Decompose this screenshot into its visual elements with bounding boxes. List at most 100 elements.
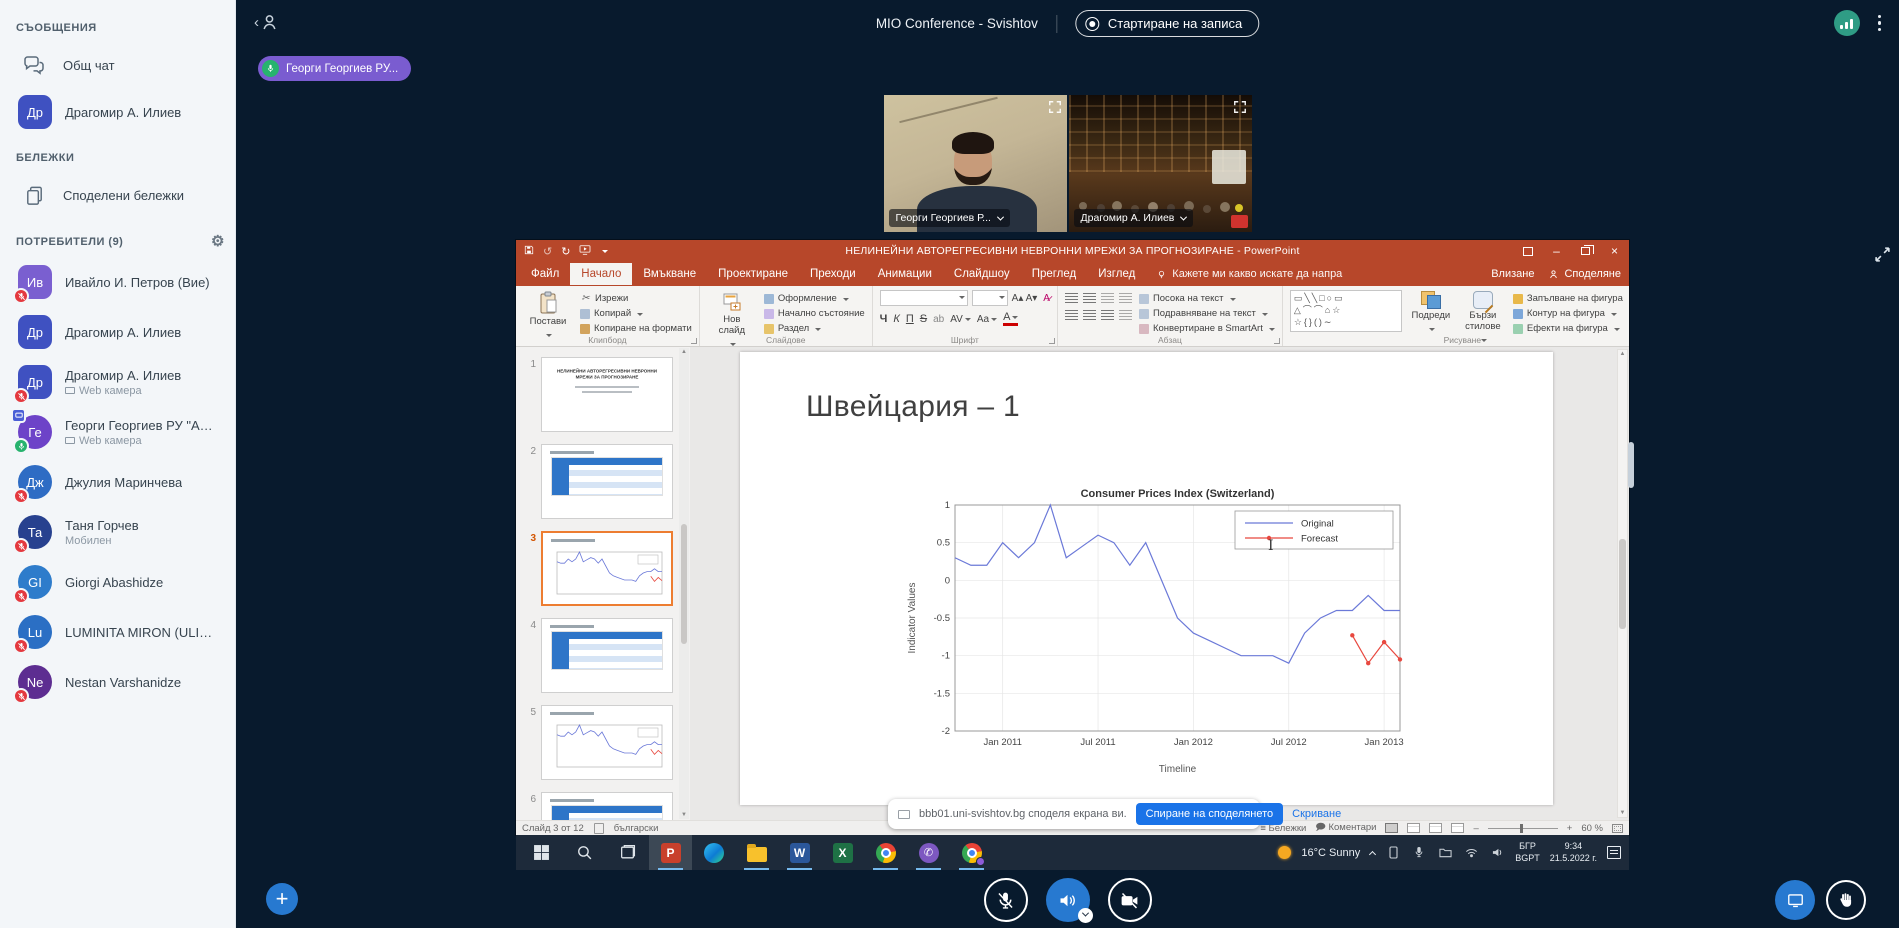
user-list-item[interactable]: Ив Ивайло И. Петров (Вие)	[16, 257, 225, 307]
align-buttons[interactable]	[1065, 310, 1132, 321]
taskbar-viber-icon[interactable]: ✆	[907, 835, 950, 870]
taskbar-task-view-icon[interactable]	[606, 835, 649, 870]
users-settings-gear-icon[interactable]: ⚙	[211, 234, 225, 249]
shape-fill-button[interactable]: Запълване на фигура	[1513, 293, 1629, 304]
taskbar-start-icon[interactable]	[520, 835, 563, 870]
language-indicator[interactable]: български	[614, 823, 659, 834]
presentation-scrollbar-thumb[interactable]	[1628, 442, 1634, 488]
webcam-georgi[interactable]: Георги Георгиев Р...	[884, 95, 1067, 232]
section-button[interactable]: Раздел	[764, 323, 865, 334]
sidebar-item-public-chat[interactable]: Общ чат	[16, 42, 225, 88]
text-direction-button[interactable]: Посока на текст	[1139, 293, 1275, 304]
thumbnails-scrollbar[interactable]: ▲▼	[679, 348, 689, 819]
paste-button[interactable]: Постави	[523, 290, 573, 341]
copy-button[interactable]: Копирай	[580, 308, 692, 319]
unmute-mic-button[interactable]	[984, 878, 1028, 922]
arrange-button[interactable]: Подреди	[1409, 290, 1453, 335]
font-name-select[interactable]	[880, 290, 968, 306]
slide-thumbnail[interactable]: 4	[524, 618, 690, 693]
ppt-tab-Преходи[interactable]: Преходи	[799, 263, 867, 285]
shape-outline-button[interactable]: Контур на фигура	[1513, 308, 1629, 319]
stop-screenshare-button[interactable]	[1775, 880, 1815, 920]
share-button[interactable]: Споделяне	[1548, 268, 1621, 280]
audio-options-chevron[interactable]	[1078, 908, 1093, 923]
strikethrough-button[interactable]: S	[920, 313, 927, 325]
action-center-icon[interactable]	[1607, 846, 1621, 859]
start-recording-button[interactable]: Стартиране на записа	[1075, 10, 1259, 37]
ppt-tab-Слайдшоу[interactable]: Слайдшоу	[943, 263, 1021, 285]
clipboard-dialog-launcher[interactable]	[691, 338, 697, 344]
user-list-item[interactable]: Дж Джулия Маринчева	[16, 457, 225, 507]
zoom-slider[interactable]	[1488, 828, 1558, 829]
ribbon-display-options-button[interactable]	[1513, 240, 1542, 262]
taskbar-word-icon[interactable]: W	[778, 835, 821, 870]
slide-thumbnail[interactable]: 1 НЕЛИНЕЙНИ АВТОРЕГРЕСИВНИ НЕВРОННИ МРЕЖ…	[524, 357, 690, 432]
webcam-name-dropdown[interactable]: Драгомир А. Илиев	[1074, 209, 1194, 227]
slide-thumbnail[interactable]: 3	[524, 531, 690, 606]
grow-shrink-font[interactable]: A▴ A▾ A̷	[1012, 293, 1050, 304]
slide-thumbnail[interactable]: 6	[524, 792, 690, 820]
smartart-button[interactable]: Конвертиране в SmartArt	[1139, 323, 1275, 334]
font-size-select[interactable]	[972, 290, 1008, 306]
restore-button[interactable]	[1571, 240, 1600, 262]
normal-view-button[interactable]	[1385, 823, 1398, 833]
user-list-item[interactable]: Lu LUMINITA MIRON (ULIM)	[16, 607, 225, 657]
tray-network-icon[interactable]	[1463, 847, 1479, 858]
list-buttons[interactable]	[1065, 293, 1132, 304]
text-shadow-button[interactable]: ab	[933, 314, 944, 325]
keyboard-layout[interactable]: БГРBGPT	[1515, 841, 1540, 864]
zoom-out-button[interactable]: –	[1473, 823, 1478, 834]
save-icon[interactable]	[524, 245, 534, 258]
user-list-item[interactable]: Ге Георги Георгиев РУ "Ангел Кънч... Web…	[16, 407, 225, 457]
current-slide[interactable]: Швейцария – 1 10.50-0.5-1-1.5-2Jan 2011J…	[740, 352, 1553, 805]
bold-button[interactable]: Ч	[880, 313, 888, 325]
audio-button[interactable]	[1046, 878, 1090, 922]
user-list-item[interactable]: GI Giorgi Abashidze	[16, 557, 225, 607]
ppt-tab-Файл[interactable]: Файл	[520, 263, 570, 285]
font-dialog-launcher[interactable]	[1049, 338, 1055, 344]
taskbar-excel-icon[interactable]: X	[821, 835, 864, 870]
fit-slide-button[interactable]	[1612, 824, 1623, 833]
tray-folder-icon[interactable]	[1437, 847, 1453, 858]
cut-button[interactable]: ✂Изрежи	[580, 293, 692, 304]
taskbar-explorer-icon[interactable]	[735, 835, 778, 870]
redo-icon[interactable]: ↻	[561, 245, 570, 258]
webcam-name-dropdown[interactable]: Георги Георгиев Р...	[889, 209, 1010, 227]
actions-plus-button[interactable]: +	[266, 883, 298, 915]
font-color-button[interactable]: A	[1003, 312, 1018, 326]
ppt-tab-Изглед[interactable]: Изглед	[1087, 263, 1146, 285]
underline-button[interactable]: П	[906, 313, 914, 325]
italic-button[interactable]: К	[893, 313, 899, 325]
user-list-item[interactable]: Др Драгомир А. Илиев	[16, 307, 225, 357]
minimize-button[interactable]: –	[1542, 240, 1571, 262]
change-case-button[interactable]: Aa	[977, 314, 997, 325]
collapse-userlist-button[interactable]: ‹	[254, 13, 279, 32]
sidebar-item-private-chat[interactable]: Др Драгомир А. Илиев	[16, 88, 225, 136]
reading-view-button[interactable]	[1429, 823, 1442, 833]
presentation-fullscreen-icon[interactable]	[1874, 246, 1891, 268]
sign-in-button[interactable]: Влизане	[1491, 268, 1534, 280]
shape-effects-button[interactable]: Ефекти на фигура	[1513, 323, 1629, 334]
tray-overflow-chevron-icon[interactable]	[1369, 850, 1376, 857]
char-spacing-button[interactable]: AV	[950, 314, 971, 325]
talking-indicator[interactable]: Георги Георгиев РУ...	[258, 56, 411, 81]
fullscreen-icon[interactable]	[1048, 100, 1062, 119]
slide-thumbnail[interactable]: 5	[524, 705, 690, 780]
taskbar-chrome-profile-icon[interactable]	[950, 835, 993, 870]
taskbar-search-icon[interactable]	[563, 835, 606, 870]
hide-sharing-bar-link[interactable]: Скриване	[1292, 808, 1341, 820]
tray-phone-icon[interactable]	[1385, 846, 1401, 859]
spellcheck-icon[interactable]	[594, 823, 604, 834]
fullscreen-icon[interactable]	[1233, 100, 1247, 119]
slideshow-view-button[interactable]	[1451, 823, 1464, 833]
raise-hand-button[interactable]	[1826, 880, 1866, 920]
ppt-tab-Вмъкване[interactable]: Вмъкване	[632, 263, 707, 285]
enable-webcam-button[interactable]	[1108, 878, 1152, 922]
zoom-in-button[interactable]: +	[1567, 823, 1573, 834]
align-text-button[interactable]: Подравняване на текст	[1139, 308, 1275, 319]
format-painter-button[interactable]: Копиране на формати	[580, 323, 692, 334]
user-list-item[interactable]: Ne Nestan Varshanidze	[16, 657, 225, 707]
taskbar-edge-icon[interactable]	[692, 835, 735, 870]
slide-area-scrollbar[interactable]: ▲▼	[1617, 349, 1628, 818]
reset-button[interactable]: Начално състояние	[764, 308, 865, 319]
